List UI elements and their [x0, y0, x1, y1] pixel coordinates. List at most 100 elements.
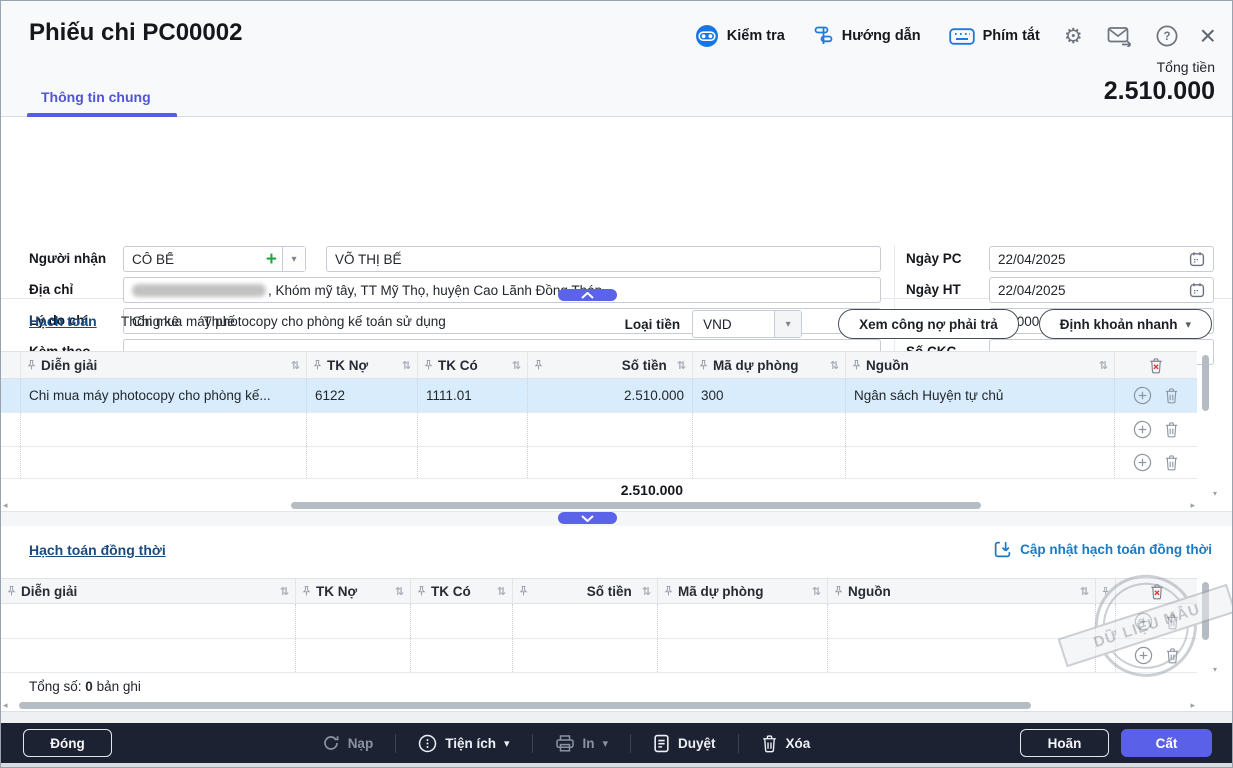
- delete-row-icon[interactable]: [1164, 387, 1179, 404]
- scroll-right-icon[interactable]: ▸: [1190, 700, 1195, 711]
- ngay-ht-field[interactable]: 22/04/2025: [989, 277, 1214, 303]
- cell-so-tien[interactable]: 2.510.000: [528, 379, 693, 412]
- vertical-scrollbar[interactable]: [1201, 580, 1210, 672]
- update-simultaneous-link[interactable]: Cập nhật hạch toán đồng thời: [993, 540, 1212, 559]
- col-tk-no[interactable]: TK Nợ⇅: [296, 579, 411, 603]
- scrollbar-thumb[interactable]: [1202, 582, 1209, 640]
- close-form-button[interactable]: Đóng: [23, 729, 112, 757]
- pin-icon: [699, 359, 708, 371]
- approve-button[interactable]: Duyệt: [653, 734, 716, 753]
- cell-tk-co[interactable]: 1111.01: [418, 379, 528, 412]
- table-row[interactable]: Chi mua máy photocopy cho phòng kế... 61…: [1, 379, 1197, 413]
- divider: [532, 734, 533, 753]
- chevron-up-icon: [581, 292, 594, 299]
- table-row-empty[interactable]: [1, 604, 1197, 639]
- calendar-icon[interactable]: [1189, 251, 1205, 267]
- add-row-icon[interactable]: [1134, 612, 1153, 631]
- col-dien-giai[interactable]: Diễn giải⇅: [1, 579, 296, 603]
- col-nguon[interactable]: Nguồn⇅: [846, 352, 1115, 378]
- recipient-dropdown-arrow[interactable]: ▾: [282, 247, 305, 271]
- col-dien-giai[interactable]: Diễn giải⇅: [21, 352, 307, 378]
- sort-icon: ⇅: [497, 585, 506, 598]
- col-nguon[interactable]: Nguồn⇅: [828, 579, 1096, 603]
- sort-icon: ⇅: [1099, 359, 1108, 372]
- scrollbar-thumb[interactable]: [291, 502, 981, 509]
- scroll-down-icon[interactable]: ▾: [1213, 489, 1217, 498]
- collapse-header-button[interactable]: [558, 289, 617, 301]
- calendar-icon[interactable]: [1189, 282, 1205, 298]
- col-tk-no[interactable]: TK Nợ⇅: [307, 352, 418, 378]
- footer-actions: Nạp Tiện ích ▾ In ▾ Duyệt Xóa: [322, 734, 811, 753]
- add-recipient-icon[interactable]: +: [261, 250, 282, 269]
- save-button[interactable]: Cất: [1121, 729, 1212, 757]
- col-ma-du-phong[interactable]: Mã dự phòng⇅: [693, 352, 846, 378]
- check-button[interactable]: Kiểm tra: [695, 24, 785, 48]
- add-row-icon[interactable]: [1133, 420, 1152, 439]
- delete-all-rows-button[interactable]: [1116, 579, 1197, 603]
- print-button[interactable]: In ▾: [555, 734, 609, 753]
- add-row-icon[interactable]: [1133, 386, 1152, 405]
- add-row-icon[interactable]: [1133, 453, 1152, 472]
- col-so-tien[interactable]: Số tiền⇅: [513, 579, 658, 603]
- view-payables-button[interactable]: Xem công nợ phải trả: [838, 309, 1019, 339]
- cell-ma-du-phong[interactable]: 300: [693, 379, 846, 412]
- tab-hach-toan[interactable]: Hạch toán: [29, 313, 97, 329]
- delete-row-icon[interactable]: [1165, 647, 1180, 664]
- table-row-empty[interactable]: [1, 413, 1197, 447]
- close-button[interactable]: ×: [1200, 22, 1216, 50]
- col-tk-co[interactable]: TK Có⇅: [411, 579, 513, 603]
- expand-section-button[interactable]: [558, 512, 617, 524]
- table-row-empty[interactable]: [1, 639, 1197, 673]
- delete-all-rows-button[interactable]: [1115, 352, 1197, 378]
- guide-button[interactable]: Hướng dẫn: [813, 25, 921, 47]
- accounting-table-header: Diễn giải⇅ TK Nợ⇅ TK Có⇅ Số tiền⇅ Mã dự …: [1, 351, 1197, 379]
- recipient-name-field[interactable]: VÕ THỊ BẾ: [326, 246, 881, 272]
- delete-row-icon[interactable]: [1165, 613, 1180, 630]
- horizontal-scrollbar[interactable]: ◂ ▸: [1, 700, 1197, 711]
- cell-dien-giai[interactable]: Chi mua máy photocopy cho phòng kế...: [21, 379, 307, 412]
- scroll-left-icon[interactable]: ◂: [3, 700, 8, 711]
- add-row-icon[interactable]: [1134, 646, 1153, 665]
- scroll-right-icon[interactable]: ▸: [1190, 500, 1195, 511]
- tab-general-info[interactable]: Thông tin chung: [41, 89, 151, 105]
- col-tk-co[interactable]: TK Có⇅: [418, 352, 528, 378]
- cell-tk-no[interactable]: 6122: [307, 379, 418, 412]
- recipient-combo[interactable]: CÔ BẾ + ▾: [123, 246, 306, 272]
- utilities-button[interactable]: Tiện ích ▾: [418, 734, 509, 753]
- tab-thong-ke[interactable]: Thống kê: [121, 313, 179, 329]
- address-label: Địa chỉ: [29, 277, 73, 303]
- horizontal-scrollbar[interactable]: ◂ ▸: [1, 500, 1197, 511]
- currency-select[interactable]: VND ▾: [692, 310, 802, 338]
- scrollbar-thumb[interactable]: [1202, 355, 1209, 411]
- scroll-left-icon[interactable]: ◂: [3, 500, 8, 511]
- table-row-empty[interactable]: [1, 447, 1197, 479]
- reload-button[interactable]: Nạp: [322, 734, 374, 752]
- simultaneous-section-link[interactable]: Hạch toán đồng thời: [29, 542, 166, 558]
- mail-send-icon: [1107, 26, 1132, 47]
- cell-nguon[interactable]: Ngân sách Huyện tự chủ: [846, 379, 1115, 412]
- vertical-scrollbar[interactable]: [1201, 353, 1210, 493]
- sort-icon: ⇅: [402, 359, 411, 372]
- sort-icon: ⇅: [642, 585, 651, 598]
- delete-button[interactable]: Xóa: [761, 734, 811, 753]
- postpone-button[interactable]: Hoãn: [1020, 729, 1109, 757]
- quick-entry-button[interactable]: Định khoản nhanh ▾: [1039, 309, 1212, 339]
- tab-thue[interactable]: Thuế: [203, 313, 235, 329]
- col-so-tien[interactable]: Số tiền⇅: [528, 352, 693, 378]
- ngay-pc-field[interactable]: 22/04/2025: [989, 246, 1214, 272]
- col-ma-du-phong[interactable]: Mã dự phòng⇅: [658, 579, 828, 603]
- document-icon: [653, 734, 670, 753]
- trash-x-icon: [1148, 357, 1164, 374]
- settings-button[interactable]: ⚙: [1064, 26, 1083, 47]
- help-button[interactable]: ?: [1156, 25, 1178, 47]
- shortcuts-button[interactable]: Phím tắt: [949, 28, 1040, 45]
- scroll-down-icon[interactable]: ▾: [1213, 665, 1217, 674]
- send-feedback-button[interactable]: [1107, 26, 1132, 47]
- address-field[interactable]: , Khóm mỹ tây, TT Mỹ Thọ, huyện Cao Lãnh…: [123, 277, 881, 303]
- pin-icon: [664, 585, 673, 597]
- gear-icon: ⚙: [1064, 26, 1083, 47]
- scrollbar-thumb[interactable]: [19, 702, 1031, 709]
- recipient-label: Người nhận: [29, 246, 106, 272]
- delete-row-icon[interactable]: [1164, 454, 1179, 471]
- delete-row-icon[interactable]: [1164, 421, 1179, 438]
